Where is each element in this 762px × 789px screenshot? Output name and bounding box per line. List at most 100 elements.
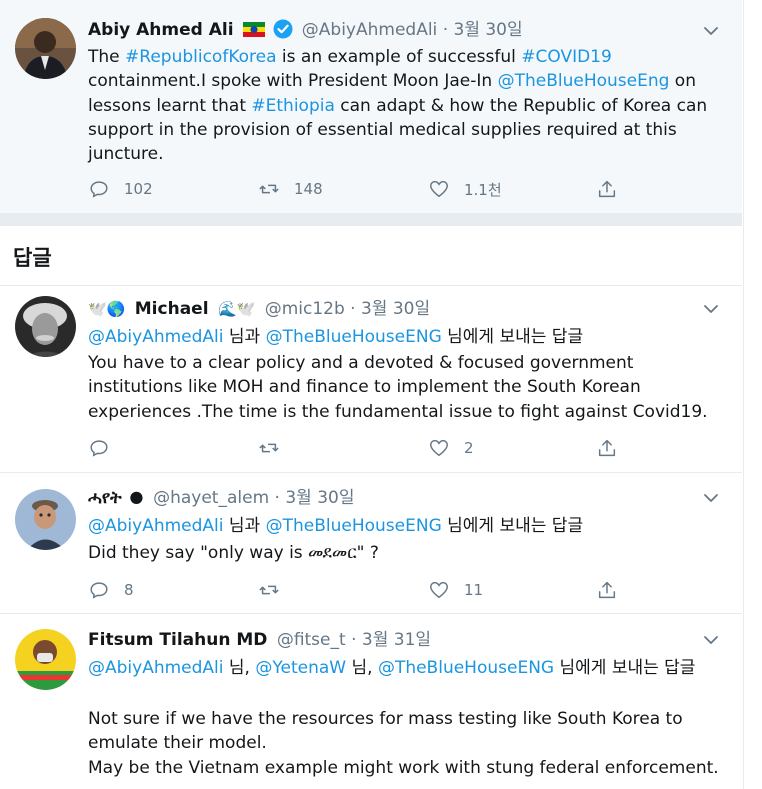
section-separator	[0, 214, 742, 226]
plain-text: is an example of successful	[276, 47, 522, 67]
like-icon	[430, 439, 448, 457]
avatar-hayet-image	[15, 489, 76, 550]
link-text[interactable]: @AbiyAhmedAli	[88, 327, 224, 347]
tweet-header: Fitsum Tilahun MD @fitse_t · 3월 31일	[88, 629, 431, 651]
author-name[interactable]: Fitsum Tilahun MD	[88, 630, 267, 650]
tweet-header: 🕊️🌎 Michael 🌊🕊️ @mic12b · 3월 30일	[88, 298, 430, 320]
plain-text: 님에게 보내는 답글	[441, 327, 584, 347]
plain-text: containment.I spoke with President Moon …	[88, 71, 498, 92]
link-text[interactable]: @TheBlueHouseEng	[498, 71, 670, 91]
share-button[interactable]	[596, 435, 618, 461]
reply-button[interactable]	[88, 435, 124, 461]
dot-separator: ·	[274, 488, 286, 508]
dot-separator: ·	[442, 20, 454, 40]
dot-separator: ·	[350, 299, 361, 319]
like-button[interactable]: 1.1천	[428, 176, 502, 202]
author-handle[interactable]: @AbiyAhmedAli	[302, 20, 438, 40]
plain-text: 님,	[346, 658, 378, 678]
like-count: 1.1천	[464, 180, 502, 199]
author-handle[interactable]: @mic12b	[265, 299, 345, 319]
replies-heading: 답글	[13, 246, 52, 270]
tweet-date[interactable]: 3월 30일	[454, 20, 523, 40]
avatar[interactable]	[15, 629, 76, 690]
replying-to: @AbiyAhmedAli 님과 @TheBlueHouseENG 님에게 보내…	[88, 514, 730, 538]
plain-text: 님에게 보내는 답글	[441, 516, 584, 536]
author-name[interactable]: Abiy Ahmed Ali	[88, 20, 234, 40]
avatar-fitsum-image	[15, 629, 76, 690]
retweet-button[interactable]: 148	[258, 176, 323, 202]
like-button[interactable]: 2	[428, 435, 474, 461]
link-text[interactable]: @AbiyAhmedAli	[88, 516, 224, 536]
author-name[interactable]: ሓየት	[88, 488, 122, 508]
plain-text: 님,	[223, 658, 256, 678]
like-icon	[430, 180, 448, 198]
share-button[interactable]	[596, 176, 618, 202]
retweet-count: 148	[294, 180, 323, 198]
tweet-date[interactable]: 3월 30일	[361, 299, 430, 319]
retweet-button[interactable]	[258, 577, 294, 603]
main-tweet[interactable]: Abiy Ahmed Ali @AbiyAhmedAli · 3월 30일 Th…	[0, 0, 742, 214]
like-count: 11	[464, 581, 484, 599]
reply-tweet[interactable]: 🕊️🌎 Michael 🌊🕊️ @mic12b · 3월 30일 @AbiyAh…	[0, 286, 742, 473]
tweet-date[interactable]: 3월 30일	[285, 488, 354, 508]
tweet-header: Abiy Ahmed Ali @AbiyAhmedAli · 3월 30일	[88, 19, 523, 41]
ethiopia-flag-icon	[242, 22, 265, 37]
dot-separator: ·	[351, 630, 362, 650]
tweet-actions: 8 11	[88, 577, 628, 603]
avatar[interactable]	[15, 296, 76, 357]
avatar-michael-image	[15, 296, 76, 357]
retweet-icon	[259, 585, 279, 595]
chevron-down-icon[interactable]	[702, 631, 720, 649]
share-button[interactable]	[596, 577, 618, 603]
author-name[interactable]: Michael	[135, 299, 209, 319]
tweet-date[interactable]: 3월 31일	[362, 630, 431, 650]
like-count: 2	[464, 439, 474, 457]
share-icon	[598, 581, 616, 599]
author-handle[interactable]: @fitse_t	[277, 630, 346, 650]
link-text[interactable]: #Ethiopia	[251, 96, 334, 116]
name-suffix-emoji: 🌊🕊️	[217, 300, 256, 318]
verified-badge-icon	[273, 19, 293, 39]
reply-tweet[interactable]: ሓየት 🌑 @hayet_alem · 3월 30일 @AbiyAhmedAli…	[0, 473, 742, 614]
reply-button[interactable]: 8	[88, 577, 134, 603]
link-text[interactable]: @TheBlueHouseENG	[266, 327, 442, 347]
name-prefix-emoji: 🕊️🌎	[88, 300, 126, 318]
chevron-down-icon[interactable]	[702, 300, 720, 318]
author-handle[interactable]: @hayet_alem	[153, 488, 269, 508]
chevron-down-icon[interactable]	[702, 22, 720, 40]
reply-count: 102	[124, 180, 153, 198]
avatar-abiy-image	[15, 18, 76, 79]
like-button[interactable]: 11	[428, 577, 483, 603]
share-icon	[598, 439, 616, 457]
link-text[interactable]: @AbiyAhmedAli	[88, 658, 224, 678]
avatar[interactable]	[15, 489, 76, 550]
link-text[interactable]: #RepublicofKorea	[125, 47, 276, 67]
reply-count: 8	[124, 581, 134, 599]
reply-icon	[90, 181, 108, 198]
name-suffix-emoji: 🌑	[129, 491, 144, 507]
plain-text: The	[88, 47, 126, 67]
retweet-button[interactable]	[258, 435, 294, 461]
reply-icon	[90, 440, 108, 457]
reply-icon	[90, 582, 108, 599]
tweet-actions: 2	[88, 435, 628, 461]
plain-text: 님과	[223, 516, 266, 536]
link-text[interactable]: @YetenaW	[255, 658, 346, 678]
link-text[interactable]: #COVID19	[521, 47, 612, 67]
retweet-icon	[259, 184, 279, 194]
reply-button[interactable]: 102	[88, 176, 153, 202]
chevron-down-icon[interactable]	[702, 489, 720, 507]
avatar[interactable]	[15, 18, 76, 79]
tweet-text: Not sure if we have the resources for ma…	[88, 709, 719, 778]
reply-tweet[interactable]: Fitsum Tilahun MD @fitse_t · 3월 31일 @Abi…	[0, 614, 742, 789]
tweet-text: You have to a clear policy and a devoted…	[88, 353, 708, 422]
retweet-icon	[259, 443, 279, 453]
right-scroll-gutter	[743, 0, 762, 789]
tweet-header: ሓየት 🌑 @hayet_alem · 3월 30일	[88, 487, 355, 510]
share-icon	[598, 180, 616, 198]
link-text[interactable]: @TheBlueHouseENG	[266, 516, 442, 536]
link-text[interactable]: @TheBlueHouseENG	[378, 658, 554, 678]
replying-to: @AbiyAhmedAli 님과 @TheBlueHouseENG 님에게 보내…	[88, 325, 730, 349]
plain-text: 님과	[223, 327, 266, 347]
tweet-text: The #RepublicofKorea is an example of su…	[88, 45, 730, 166]
